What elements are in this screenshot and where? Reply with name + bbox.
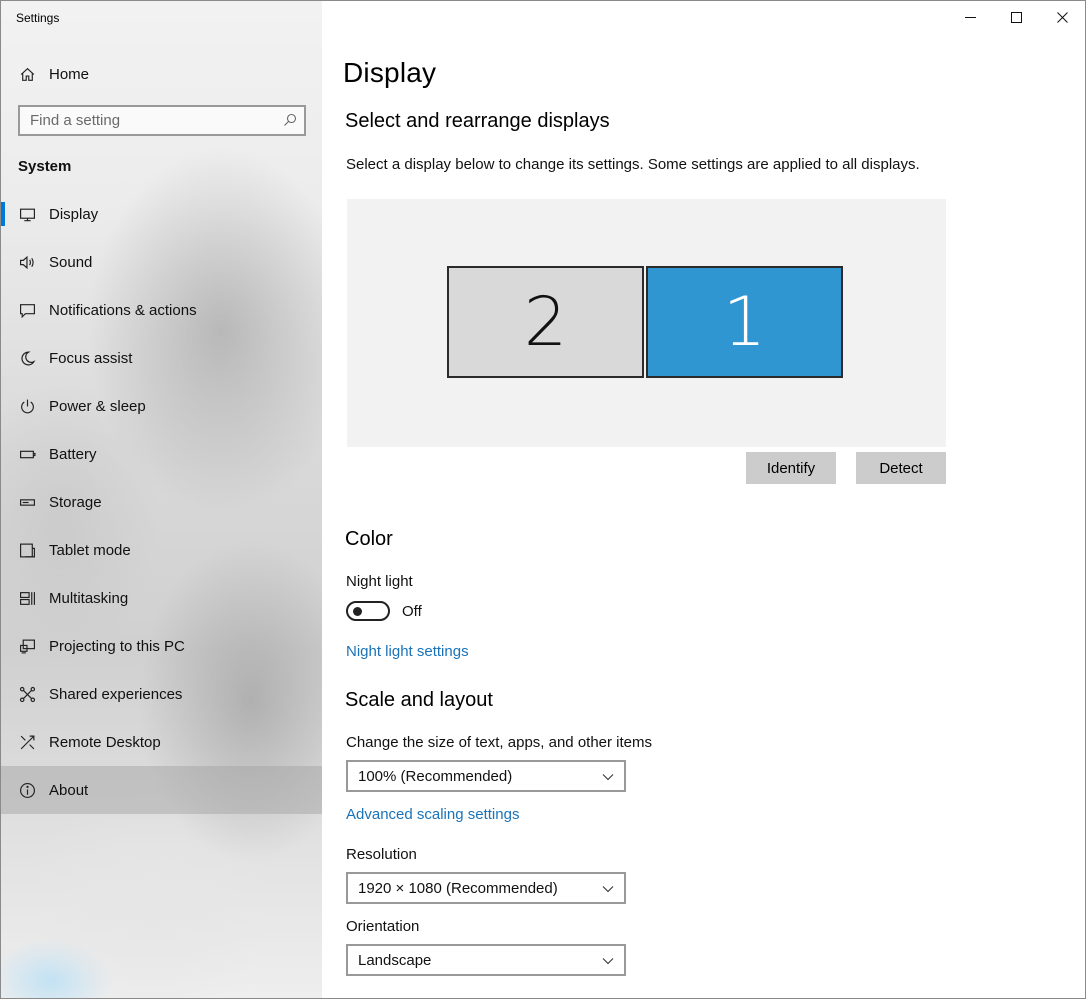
moon-icon <box>18 349 36 367</box>
sidebar-item-shared-experiences[interactable]: Shared experiences <box>1 670 322 718</box>
main-content: Display Select and rearrange displays Se… <box>322 1 1085 998</box>
night-light-settings-link[interactable]: Night light settings <box>346 643 469 660</box>
sidebar-item-storage[interactable]: Storage <box>1 478 322 526</box>
sidebar-item-power-sleep[interactable]: Power & sleep <box>1 382 322 430</box>
night-light-label: Night light <box>346 573 413 590</box>
sidebar-item-label: Sound <box>49 253 93 271</box>
tablet-icon <box>18 541 36 559</box>
sidebar-item-label: Remote Desktop <box>49 733 161 751</box>
sidebar-item-label: Notifications & actions <box>49 301 197 319</box>
sidebar-item-label: Home <box>49 65 90 83</box>
arrange-heading: Select and rearrange displays <box>345 110 610 132</box>
sidebar-item-tablet-mode[interactable]: Tablet mode <box>1 526 322 574</box>
battery-icon <box>18 445 36 463</box>
sidebar-item-label: Power & sleep <box>49 397 146 415</box>
message-icon <box>18 301 36 319</box>
sidebar-item-display[interactable]: Display <box>1 190 322 238</box>
sidebar-item-label: Storage <box>49 493 102 511</box>
size-label: Change the size of text, apps, and other… <box>346 734 653 751</box>
arrange-description: Select a display below to change its set… <box>346 156 920 173</box>
identify-button[interactable]: Identify <box>746 452 836 484</box>
speaker-icon <box>18 253 36 271</box>
section-label: System <box>18 158 72 175</box>
chevron-down-icon <box>602 774 614 781</box>
share-icon <box>18 685 36 703</box>
multitasking-icon <box>18 589 36 607</box>
sidebar-nav: Display Sound Notifications & actions Fo… <box>1 190 322 814</box>
display-arrangement-area: 2 1 <box>347 199 946 447</box>
orientation-dropdown-value: Landscape <box>358 952 432 969</box>
remote-desktop-icon <box>18 733 36 751</box>
storage-icon <box>18 493 36 511</box>
resolution-dropdown[interactable]: 1920 × 1080 (Recommended) <box>346 872 626 904</box>
resolution-label: Resolution <box>346 846 417 863</box>
scale-dropdown[interactable]: 100% (Recommended) <box>346 760 626 792</box>
orientation-dropdown[interactable]: Landscape <box>346 944 626 976</box>
sidebar-item-label: Display <box>49 205 99 223</box>
sidebar-item-label: Tablet mode <box>49 541 131 559</box>
sidebar-item-sound[interactable]: Sound <box>1 238 322 286</box>
app-title: Settings <box>16 11 60 25</box>
color-heading: Color <box>345 528 393 550</box>
advanced-scaling-link[interactable]: Advanced scaling settings <box>346 806 519 823</box>
monitor-number: 1 <box>722 282 767 362</box>
sidebar-item-notifications[interactable]: Notifications & actions <box>1 286 322 334</box>
sidebar-item-label: Shared experiences <box>49 685 183 703</box>
detect-button[interactable]: Detect <box>856 452 946 484</box>
monitor-2-tile[interactable]: 2 <box>447 266 644 378</box>
sidebar: Settings Home System Display <box>1 1 322 998</box>
page-title: Display <box>343 57 437 88</box>
power-icon <box>18 397 36 415</box>
sidebar-item-label: About <box>49 781 89 799</box>
search-icon[interactable] <box>283 113 297 127</box>
home-icon <box>18 65 36 83</box>
sidebar-item-remote-desktop[interactable]: Remote Desktop <box>1 718 322 766</box>
sidebar-item-projecting[interactable]: Projecting to this PC <box>1 622 322 670</box>
monitor-1-tile[interactable]: 1 <box>646 266 843 378</box>
sidebar-item-home[interactable]: Home <box>1 57 322 91</box>
search-input[interactable] <box>20 107 280 134</box>
sidebar-item-label: Battery <box>49 445 97 463</box>
scale-heading: Scale and layout <box>345 689 493 711</box>
sidebar-item-battery[interactable]: Battery <box>1 430 322 478</box>
scale-dropdown-value: 100% (Recommended) <box>358 768 513 785</box>
sidebar-item-label: Focus assist <box>49 349 133 367</box>
sidebar-item-label: Multitasking <box>49 589 129 607</box>
chevron-down-icon <box>602 958 614 965</box>
settings-window: Settings Home System Display <box>0 0 1086 999</box>
sidebar-item-focus-assist[interactable]: Focus assist <box>1 334 322 382</box>
monitor-number: 2 <box>523 282 568 362</box>
toggle-knob <box>353 607 362 616</box>
orientation-label: Orientation <box>346 918 420 935</box>
night-light-toggle[interactable] <box>346 601 390 621</box>
chevron-down-icon <box>602 886 614 893</box>
sidebar-item-about[interactable]: About <box>1 766 322 814</box>
projecting-icon <box>18 637 36 655</box>
sidebar-item-label: Projecting to this PC <box>49 637 185 655</box>
night-light-state: Off <box>402 603 422 620</box>
monitor-icon <box>18 205 36 223</box>
info-icon <box>18 781 36 799</box>
resolution-dropdown-value: 1920 × 1080 (Recommended) <box>358 880 558 897</box>
sidebar-item-multitasking[interactable]: Multitasking <box>1 574 322 622</box>
search-box[interactable] <box>18 105 306 136</box>
